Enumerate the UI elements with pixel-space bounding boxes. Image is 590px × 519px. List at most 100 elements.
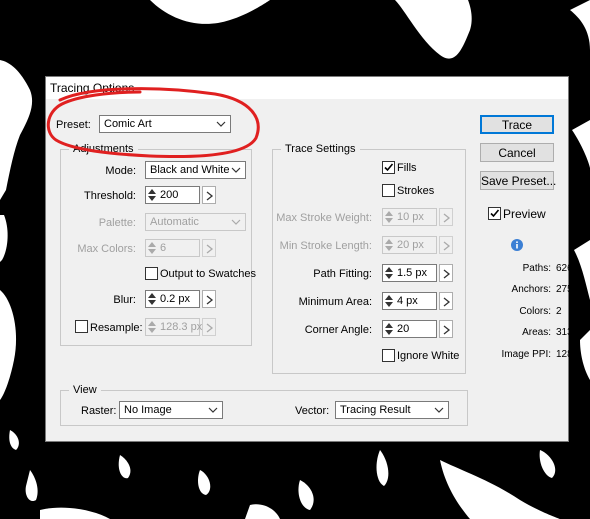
stepper-arrows-icon[interactable] bbox=[147, 188, 157, 202]
stepper-arrows-icon[interactable] bbox=[384, 238, 394, 252]
image-ppi-stat-label: Image PPI: bbox=[501, 349, 551, 360]
mode-value: Black and White bbox=[150, 164, 230, 176]
chevron-down-icon bbox=[208, 407, 218, 413]
stepper-arrows-icon[interactable] bbox=[384, 210, 394, 224]
vector-select[interactable]: Tracing Result bbox=[335, 401, 449, 419]
max-stroke-weight-slider-button[interactable] bbox=[439, 208, 453, 226]
strokes-label: Strokes bbox=[397, 185, 435, 197]
stepper-arrows-icon[interactable] bbox=[147, 320, 157, 334]
blur-slider-button[interactable] bbox=[202, 290, 216, 308]
vector-label: Vector: bbox=[295, 405, 330, 417]
stepper-arrows-icon[interactable] bbox=[147, 292, 157, 306]
anchors-stat-label: Anchors: bbox=[511, 284, 551, 295]
raster-label: Raster: bbox=[81, 405, 117, 417]
blur-stepper[interactable]: 0.2 px bbox=[145, 290, 200, 308]
chevron-down-icon bbox=[216, 121, 226, 127]
chevron-right-icon bbox=[443, 241, 451, 251]
fills-checkbox[interactable] bbox=[382, 161, 395, 174]
stepper-arrows-icon[interactable] bbox=[384, 266, 394, 280]
path-fitting-label: Path Fitting: bbox=[313, 268, 372, 280]
chevron-right-icon bbox=[206, 244, 214, 254]
palette-select[interactable]: Automatic bbox=[145, 213, 246, 231]
image-ppi-stat-value: 128.3 bbox=[556, 349, 582, 360]
resample-stepper[interactable]: 128.3 px bbox=[145, 318, 203, 336]
vector-value: Tracing Result bbox=[340, 404, 411, 416]
trace-button[interactable]: Trace bbox=[480, 115, 554, 134]
colors-stat-label: Colors: bbox=[519, 306, 551, 317]
info-icon bbox=[511, 239, 523, 251]
adjustments-title: Adjustments bbox=[69, 143, 138, 155]
blur-label: Blur: bbox=[113, 294, 136, 306]
mode-select[interactable]: Black and White bbox=[145, 161, 246, 179]
dialog-title-bar[interactable]: Tracing Options bbox=[46, 77, 568, 99]
palette-label: Palette: bbox=[98, 217, 136, 229]
fills-label: Fills bbox=[397, 162, 417, 174]
dialog-title: Tracing Options bbox=[50, 81, 135, 95]
paths-stat-label: Paths: bbox=[522, 263, 551, 274]
max-colors-stepper[interactable]: 6 bbox=[145, 239, 200, 257]
max-colors-label: Max Colors: bbox=[77, 243, 136, 255]
min-stroke-length-value: 20 px bbox=[397, 239, 424, 251]
tracing-options-dialog: Tracing Options Preset: Comic Art Adjust… bbox=[45, 76, 584, 442]
chevron-right-icon bbox=[206, 323, 214, 333]
raster-select[interactable]: No Image bbox=[119, 401, 223, 419]
minimum-area-label: Minimum Area: bbox=[298, 296, 372, 308]
max-colors-slider-button[interactable] bbox=[202, 239, 216, 257]
chevron-down-icon bbox=[231, 219, 241, 225]
max-stroke-weight-value: 10 px bbox=[397, 211, 424, 223]
chevron-right-icon bbox=[206, 191, 214, 201]
threshold-stepper[interactable]: 200 bbox=[145, 186, 200, 204]
view-title: View bbox=[69, 384, 101, 396]
output-to-swatches-checkbox[interactable] bbox=[145, 267, 158, 280]
save-preset-button[interactable]: Save Preset... bbox=[480, 171, 556, 190]
minimum-area-value: 4 px bbox=[397, 295, 418, 307]
palette-value: Automatic bbox=[150, 216, 199, 228]
ignore-white-checkbox[interactable] bbox=[382, 349, 395, 362]
minimum-area-stepper[interactable]: 4 px bbox=[382, 292, 437, 310]
stepper-arrows-icon[interactable] bbox=[384, 322, 394, 336]
chevron-down-icon bbox=[434, 407, 444, 413]
resample-slider-button[interactable] bbox=[202, 318, 216, 336]
preview-checkbox[interactable] bbox=[488, 207, 501, 220]
colors-stat-value: 2 bbox=[556, 306, 562, 317]
stepper-arrows-icon[interactable] bbox=[147, 241, 157, 255]
chevron-right-icon bbox=[206, 295, 214, 305]
cancel-button[interactable]: Cancel bbox=[480, 143, 554, 162]
min-stroke-length-slider-button[interactable] bbox=[439, 236, 453, 254]
resample-value: 128.3 px bbox=[160, 321, 203, 333]
corner-angle-value: 20 bbox=[397, 323, 410, 335]
paths-stat-value: 6263 bbox=[556, 263, 579, 274]
areas-stat-label: Areas: bbox=[522, 327, 551, 338]
checkmark-icon bbox=[490, 209, 500, 218]
raster-value: No Image bbox=[124, 404, 172, 416]
max-stroke-weight-stepper[interactable]: 10 px bbox=[382, 208, 437, 226]
preset-label: Preset: bbox=[56, 119, 91, 131]
areas-stat-value: 3132 bbox=[556, 327, 579, 338]
strokes-checkbox[interactable] bbox=[382, 184, 395, 197]
stepper-arrows-icon[interactable] bbox=[384, 294, 394, 308]
output-to-swatches-label: Output to Swatches bbox=[160, 268, 256, 280]
path-fitting-stepper[interactable]: 1.5 px bbox=[382, 264, 437, 282]
resample-checkbox[interactable] bbox=[75, 320, 88, 333]
corner-angle-stepper[interactable]: 20 bbox=[382, 320, 437, 338]
trace-settings-title: Trace Settings bbox=[281, 143, 360, 155]
resample-label: Resample: bbox=[90, 322, 143, 334]
min-stroke-length-label: Min Stroke Length: bbox=[279, 240, 372, 252]
preset-select[interactable]: Comic Art bbox=[99, 115, 231, 133]
checkmark-icon bbox=[384, 163, 394, 172]
preset-value: Comic Art bbox=[104, 118, 152, 130]
mode-label: Mode: bbox=[105, 165, 136, 177]
min-stroke-length-stepper[interactable]: 20 px bbox=[382, 236, 437, 254]
chevron-down-icon bbox=[231, 167, 241, 173]
corner-angle-label: Corner Angle: bbox=[304, 324, 372, 336]
anchors-stat-value: 27524 bbox=[556, 284, 584, 295]
max-stroke-weight-label: Max Stroke Weight: bbox=[276, 212, 372, 224]
path-fitting-value: 1.5 px bbox=[397, 267, 427, 279]
preview-label: Preview bbox=[503, 207, 546, 221]
threshold-slider-button[interactable] bbox=[202, 186, 216, 204]
blur-value: 0.2 px bbox=[160, 293, 190, 305]
threshold-value: 200 bbox=[160, 189, 179, 201]
trace-settings-group: Trace Settings bbox=[272, 143, 466, 374]
threshold-label: Threshold: bbox=[84, 190, 136, 202]
chevron-right-icon bbox=[443, 213, 451, 223]
